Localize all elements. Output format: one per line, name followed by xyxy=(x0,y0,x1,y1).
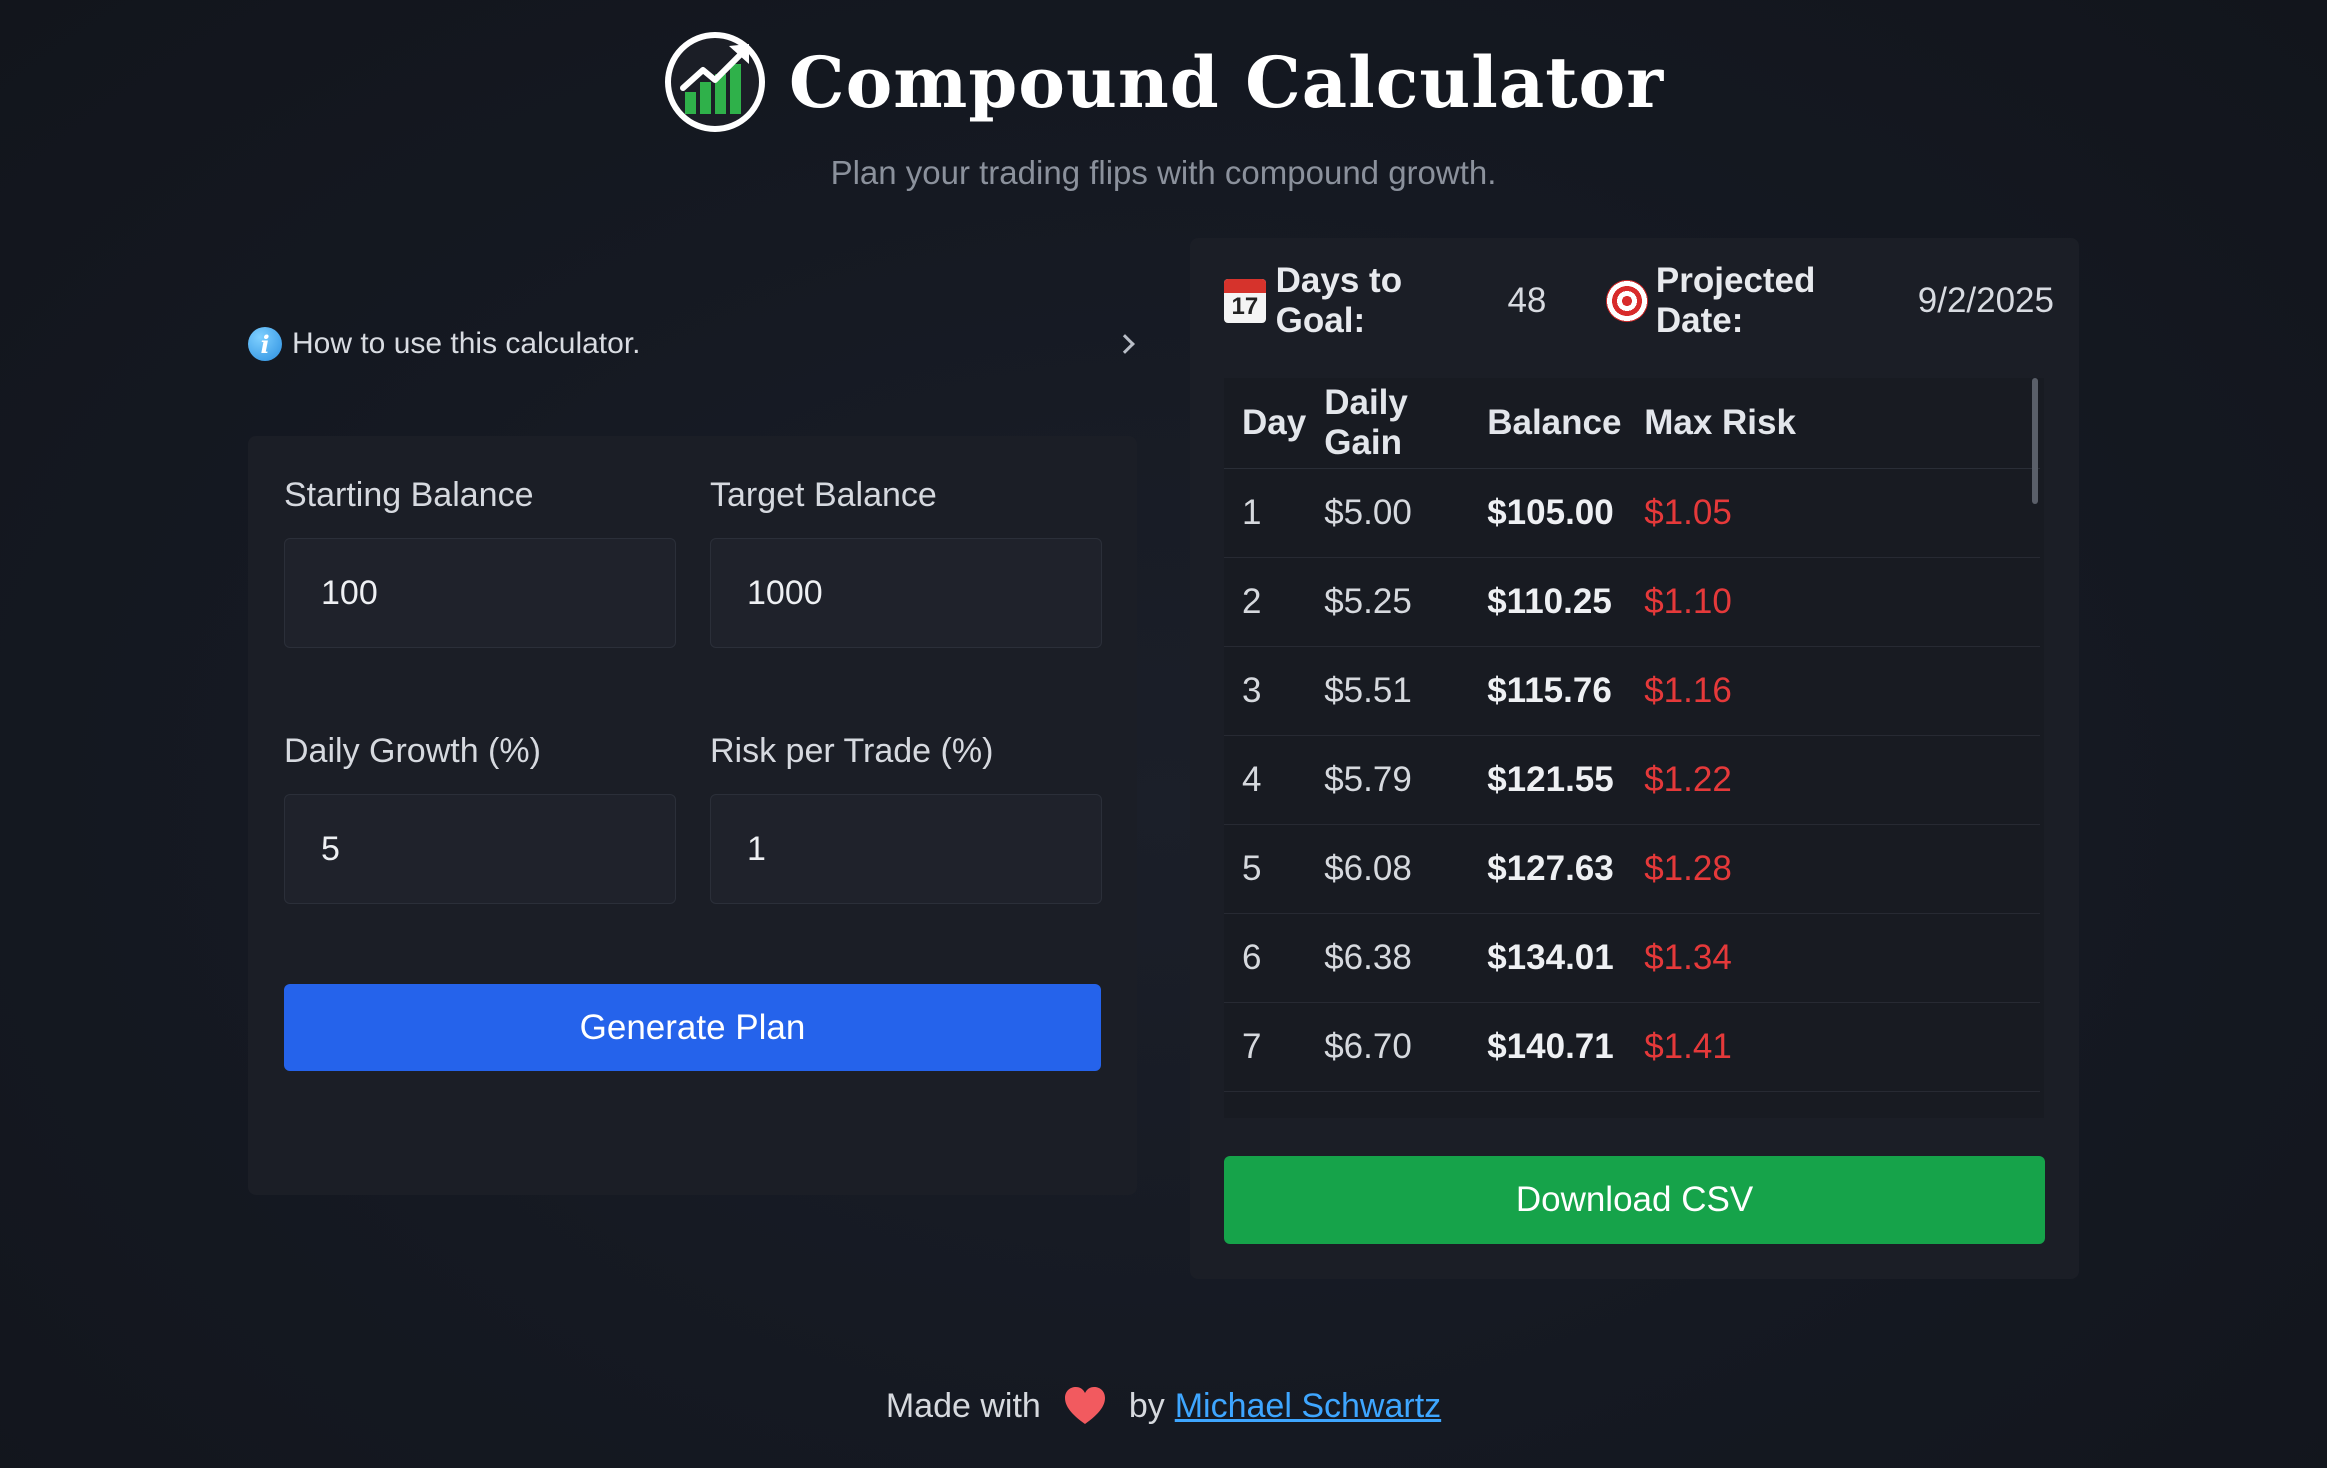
projected-date-value: 9/2/2025 xyxy=(1917,281,2054,320)
cell-max-risk: $1.05 xyxy=(1626,468,2040,558)
projected-date-stat: Projected Date: 9/2/2025 xyxy=(1546,261,2054,341)
daily-growth-field: Daily Growth (%) 5 xyxy=(284,732,676,904)
cell-day: 3 xyxy=(1224,646,1307,736)
by-text: by xyxy=(1128,1386,1165,1425)
generate-plan-button[interactable]: Generate Plan xyxy=(284,984,1101,1071)
column-header-balance: Balance xyxy=(1469,378,1627,469)
page-footer: Made with by Michael Schwartz xyxy=(0,1386,2327,1426)
column-header-day: Day xyxy=(1224,378,1307,469)
page-header: Compound Calculator Plan your trading fl… xyxy=(0,30,2327,192)
chart-growth-logo-icon xyxy=(664,32,765,132)
table-header-row: Day Daily Gain Balance Max Risk xyxy=(1224,378,2040,469)
cell-day: 5 xyxy=(1224,824,1307,914)
cell-daily-gain: $6.08 xyxy=(1306,824,1470,914)
results-card: 17 Days to Goal: 48 Projected Date: 9/2/… xyxy=(1190,238,2079,1279)
cell-max-risk: $1.10 xyxy=(1626,557,2040,647)
days-to-goal-label: Days to Goal: xyxy=(1275,261,1403,340)
cell-daily-gain: $5.25 xyxy=(1306,557,1470,647)
how-to-use-label: How to use this calculator. xyxy=(292,327,641,360)
results-summary: 17 Days to Goal: 48 Projected Date: 9/2/… xyxy=(1224,261,2054,340)
cell-balance: $134.01 xyxy=(1469,913,1627,1003)
starting-balance-field: Starting Balance 100 xyxy=(284,476,676,648)
page-title: Compound Calculator xyxy=(788,40,1665,124)
risk-per-trade-input[interactable]: 1 xyxy=(710,794,1102,904)
cell-balance: $105.00 xyxy=(1469,468,1627,558)
projected-date-label: Projected Date: xyxy=(1655,261,1816,340)
plan-table-scroll[interactable]: Day Daily Gain Balance Max Risk 1 $5.00 $1… xyxy=(1224,378,2044,1118)
cell-daily-gain: $5.51 xyxy=(1306,646,1470,736)
heart-icon xyxy=(1064,1387,1105,1424)
cell-max-risk: $1.28 xyxy=(1626,824,2040,914)
table-row: 6 $6.38 $134.01 $1.34 xyxy=(1224,913,2040,1003)
table-row: 4 $5.79 $121.55 $1.22 xyxy=(1224,735,2040,825)
download-csv-button[interactable]: Download CSV xyxy=(1224,1156,2045,1244)
cell-daily-gain: $6.70 xyxy=(1306,1002,1470,1092)
risk-per-trade-label: Risk per Trade (%) xyxy=(710,732,994,770)
column-header-max-risk: Max Risk xyxy=(1626,378,2040,469)
cell-daily-gain: $5.00 xyxy=(1306,468,1470,558)
plan-table: Day Daily Gain Balance Max Risk 1 $5.00 $1… xyxy=(1224,378,2040,1092)
calendar-icon: 17 xyxy=(1224,279,1266,323)
page-subtitle: Plan your trading flips with compound gr… xyxy=(830,154,1497,191)
input-form-card: Starting Balance 100 Target Balance 1000… xyxy=(248,436,1137,1195)
cell-balance: $127.63 xyxy=(1469,824,1627,914)
days-to-goal-stat: 17 Days to Goal: 48 xyxy=(1224,261,1546,341)
table-row: 1 $5.00 $105.00 $1.05 xyxy=(1224,468,2040,558)
table-row: 7 $6.70 $140.71 $1.41 xyxy=(1224,1002,2040,1092)
cell-daily-gain: $6.38 xyxy=(1306,913,1470,1003)
cell-max-risk: $1.41 xyxy=(1626,1002,2040,1092)
chevron-right-icon xyxy=(1116,334,1136,354)
daily-growth-input[interactable]: 5 xyxy=(284,794,676,904)
cell-balance: $140.71 xyxy=(1469,1002,1627,1092)
daily-growth-label: Daily Growth (%) xyxy=(284,732,541,770)
table-row: 3 $5.51 $115.76 $1.16 xyxy=(1224,646,2040,736)
risk-per-trade-field: Risk per Trade (%) 1 xyxy=(710,732,1102,904)
target-balance-input[interactable]: 1000 xyxy=(710,538,1102,648)
cell-daily-gain: $5.79 xyxy=(1306,735,1470,825)
table-row: 5 $6.08 $127.63 $1.28 xyxy=(1224,824,2040,914)
author-link[interactable]: Michael Schwartz xyxy=(1175,1387,1441,1426)
starting-balance-input[interactable]: 100 xyxy=(284,538,676,648)
brand: Compound Calculator xyxy=(663,30,1664,134)
table-scrollbar[interactable] xyxy=(2032,378,2038,504)
cell-balance: $121.55 xyxy=(1469,735,1627,825)
cell-max-risk: $1.22 xyxy=(1626,735,2040,825)
how-to-use-toggle[interactable]: i How to use this calculator. xyxy=(248,322,1136,366)
info-icon: i xyxy=(248,327,282,361)
cell-balance: $115.76 xyxy=(1469,646,1627,736)
cell-day: 7 xyxy=(1224,1002,1307,1092)
table-row: 2 $5.25 $110.25 $1.10 xyxy=(1224,557,2040,647)
cell-max-risk: $1.34 xyxy=(1626,913,2040,1003)
target-balance-label: Target Balance xyxy=(710,476,937,514)
made-with-text: Made with xyxy=(885,1386,1041,1425)
cell-balance: $110.25 xyxy=(1469,557,1627,647)
cell-max-risk: $1.16 xyxy=(1626,646,2040,736)
cell-day: 2 xyxy=(1224,557,1307,647)
cell-day: 4 xyxy=(1224,735,1307,825)
cell-day: 1 xyxy=(1224,468,1307,558)
cell-day: 6 xyxy=(1224,913,1307,1003)
starting-balance-label: Starting Balance xyxy=(284,476,534,514)
target-icon xyxy=(1606,280,1648,322)
days-to-goal-value: 48 xyxy=(1507,281,1547,320)
target-balance-field: Target Balance 1000 xyxy=(710,476,1102,648)
column-header-daily-gain: Daily Gain xyxy=(1306,378,1470,469)
